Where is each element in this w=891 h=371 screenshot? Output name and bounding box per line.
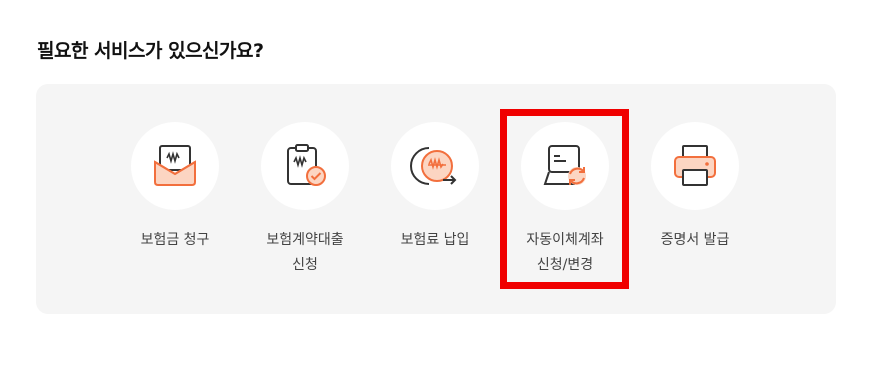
service-premium-payment[interactable]: 보험료 납입 — [370, 122, 500, 253]
service-premium-icon-circle — [391, 122, 479, 210]
service-panel: 보험금 청구 보험계약대출 신청 보험료 납입 자동이체계좌 신청/변경 증명서… — [36, 84, 836, 314]
service-premium-label: 보험료 납입 — [400, 232, 470, 248]
service-loan-icon-circle — [261, 122, 349, 210]
service-certificate[interactable]: 증명서 발급 — [630, 122, 760, 253]
service-loan-label: 보험계약대출 신청 — [266, 232, 344, 273]
loan-clipboard-icon — [287, 144, 326, 186]
claim-envelope-icon — [154, 145, 196, 186]
certificate-printer-icon — [674, 145, 716, 186]
service-certificate-label: 증명서 발급 — [660, 232, 730, 248]
premium-payment-coin-icon — [410, 147, 457, 185]
service-loan[interactable]: 보험계약대출 신청 — [240, 122, 370, 278]
service-claim-icon-circle — [131, 122, 219, 210]
auto-transfer-card-icon — [543, 145, 586, 185]
service-claim[interactable]: 보험금 청구 — [110, 122, 240, 253]
service-claim-label: 보험금 청구 — [140, 232, 210, 248]
service-auto-transfer[interactable]: 자동이체계좌 신청/변경 — [500, 122, 630, 278]
service-auto-transfer-label: 자동이체계좌 신청/변경 — [526, 232, 604, 273]
service-certificate-icon-circle — [651, 122, 739, 210]
page-title: 필요한 서비스가 있으신가요? — [37, 40, 264, 62]
service-auto-transfer-icon-circle — [521, 122, 609, 210]
